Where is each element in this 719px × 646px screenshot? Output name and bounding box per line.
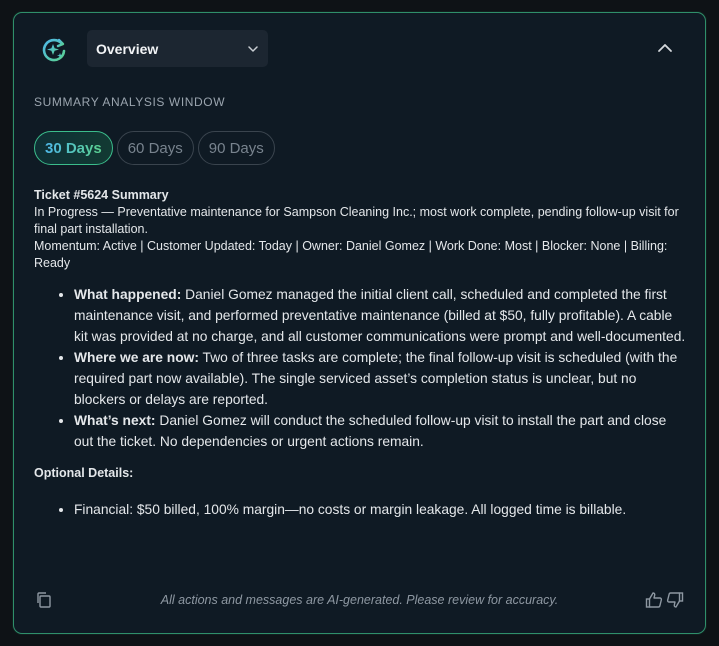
summary-bullets: What happened: Daniel Gomez managed the … [34,284,689,452]
thumbs-down-icon[interactable] [666,591,684,609]
ai-disclaimer: All actions and messages are AI-generate… [160,593,559,607]
optional-details-list: Financial: $50 billed, 100% margin—no co… [34,499,689,520]
bullet-label: What’s next: [74,413,156,428]
optional-details-title: Optional Details: [34,466,134,480]
pill-label: 60 Days [127,139,183,157]
bullet-label: Where we are now: [74,350,199,365]
pill-30-days[interactable]: 30 Days [34,131,113,165]
bullet-label: What happened: [74,287,182,302]
ticket-status-line: In Progress — Preventative maintenance f… [34,205,679,236]
chevron-up-icon[interactable] [657,41,673,55]
panel-footer: All actions and messages are AI-generate… [14,583,705,633]
day-range-selector: 30 Days 60 Days 90 Days [34,131,275,165]
ticket-meta-line: Momentum: Active | Customer Updated: Tod… [34,239,668,270]
pill-label: 30 Days [45,139,102,157]
view-dropdown-label: Overview [96,40,159,57]
summary-content: Ticket #5624 Summary In Progress — Preve… [34,187,689,520]
list-item: What’s next: Daniel Gomez will conduct t… [74,410,689,452]
list-item: What happened: Daniel Gomez managed the … [74,284,689,347]
panel-header: Overview [14,13,705,83]
bullet-text: Daniel Gomez will conduct the scheduled … [74,413,667,449]
summary-panel: Overview SUMMARY ANALYSIS WINDOW 30 Days… [13,12,706,634]
thumbs-up-icon[interactable] [645,591,663,609]
ai-sparkle-refresh-icon [42,38,66,62]
pill-label: 90 Days [208,139,264,157]
chevron-down-icon [248,46,258,52]
view-dropdown[interactable]: Overview [87,30,268,67]
pill-90-days[interactable]: 90 Days [197,131,275,165]
ticket-title: Ticket #5624 Summary [34,188,169,202]
pill-60-days[interactable]: 60 Days [116,131,194,165]
list-item: Financial: $50 billed, 100% margin—no co… [74,499,689,520]
summary-window-label: SUMMARY ANALYSIS WINDOW [34,95,226,109]
list-item: Where we are now: Two of three tasks are… [74,347,689,410]
